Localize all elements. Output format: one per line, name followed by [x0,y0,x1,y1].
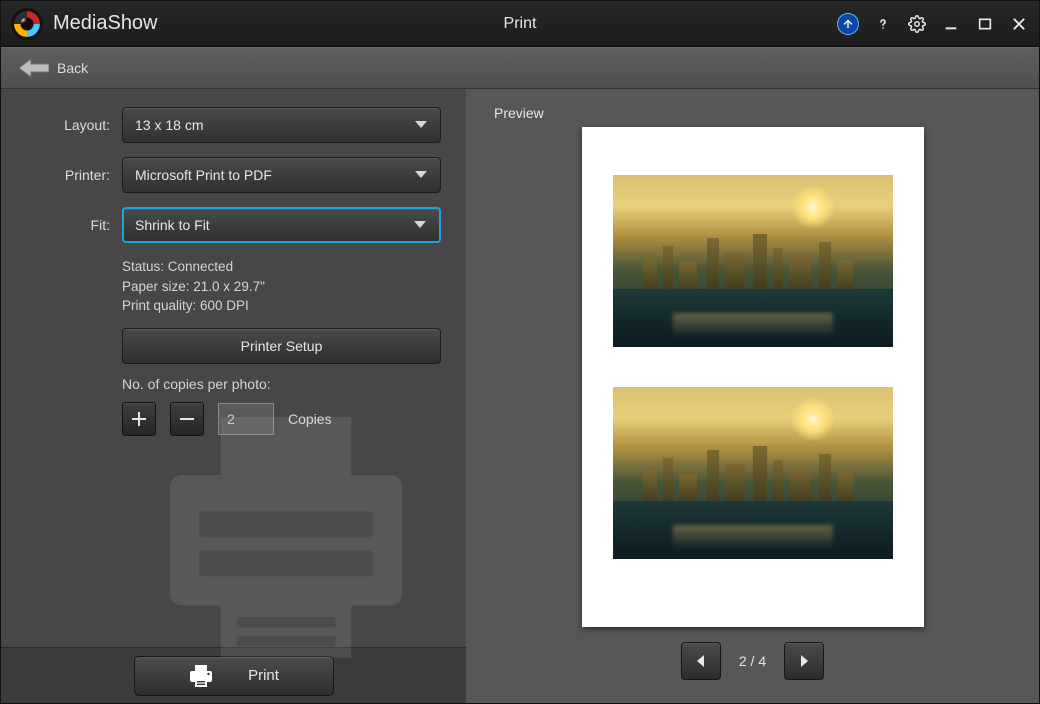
copies-input[interactable] [218,403,274,435]
printer-icon [188,664,214,688]
minimize-icon[interactable] [941,14,961,34]
printer-label: Printer: [26,167,122,183]
print-button-label: Print [248,667,279,684]
printer-dropdown[interactable]: Microsoft Print to PDF [122,157,441,193]
help-icon[interactable] [873,14,893,34]
layout-dropdown[interactable]: 13 x 18 cm [122,107,441,143]
fit-label: Fit: [26,217,122,233]
preview-page [582,127,924,627]
print-bar: Print [1,647,466,703]
paper-size-line: Paper size: 21.0 x 29.7" [122,277,441,297]
next-page-button[interactable] [784,642,824,680]
chevron-down-icon [413,220,427,230]
title-bar: MediaShow Print [1,1,1039,47]
preview-photo [613,387,893,559]
status-line: Status: Connected [122,257,441,277]
window-controls [837,13,1029,35]
printer-value: Microsoft Print to PDF [135,167,272,183]
preview-label: Preview [494,105,1011,121]
app-logo-icon [11,8,43,40]
layout-value: 13 x 18 cm [135,117,203,133]
copies-row: Copies [122,402,441,436]
layout-label: Layout: [26,117,122,133]
back-bar: Back [1,47,1039,89]
prev-page-button[interactable] [681,642,721,680]
chevron-down-icon [414,170,428,180]
printer-status: Status: Connected Paper size: 21.0 x 29.… [122,257,441,316]
page-indicator: 2 / 4 [739,653,766,669]
increment-button[interactable] [122,402,156,436]
fit-value: Shrink to Fit [135,217,210,233]
decrement-button[interactable] [170,402,204,436]
print-quality-line: Print quality: 600 DPI [122,296,441,316]
print-button[interactable]: Print [134,656,334,696]
close-icon[interactable] [1009,14,1029,34]
preview-pager: 2 / 4 [494,633,1011,689]
printer-setup-label: Printer Setup [241,338,323,354]
app-name: MediaShow [53,12,158,35]
content-body: Layout: 13 x 18 cm Printer: Microsoft Pr… [1,89,1039,703]
promo-icon[interactable] [837,13,859,35]
printer-setup-button[interactable]: Printer Setup [122,328,441,364]
arrow-left-icon [19,58,49,78]
back-label: Back [57,60,88,76]
chevron-down-icon [414,120,428,130]
back-button[interactable]: Back [19,58,88,78]
chevron-right-icon [797,654,811,668]
preview-photo [613,175,893,347]
chevron-left-icon [694,654,708,668]
copies-label: No. of copies per photo: [122,376,441,392]
app-window: MediaShow Print [0,0,1040,704]
fit-dropdown[interactable]: Shrink to Fit [122,207,441,243]
preview-panel: Preview [466,89,1039,703]
settings-panel: Layout: 13 x 18 cm Printer: Microsoft Pr… [1,89,466,703]
maximize-icon[interactable] [975,14,995,34]
minus-icon [180,412,194,426]
settings-icon[interactable] [907,14,927,34]
plus-icon [132,412,146,426]
copies-unit: Copies [288,411,332,427]
